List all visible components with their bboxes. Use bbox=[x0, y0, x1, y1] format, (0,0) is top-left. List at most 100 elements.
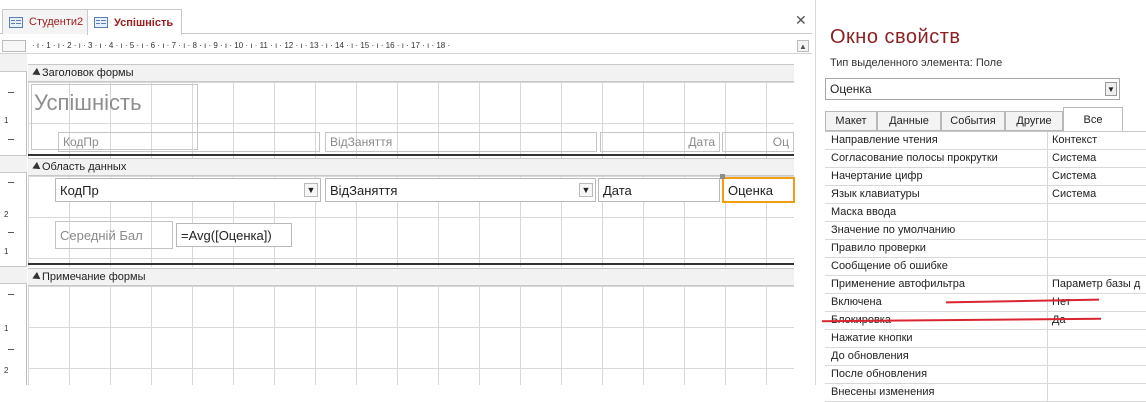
property-value[interactable]: Контекст bbox=[1048, 132, 1146, 149]
property-value[interactable] bbox=[1048, 348, 1146, 365]
property-name: Внесены изменения bbox=[825, 384, 1048, 401]
tab-maket[interactable]: Макет bbox=[825, 111, 877, 131]
label-otsinka[interactable]: Оц bbox=[722, 132, 794, 152]
tab-uspishnist[interactable]: Успішність bbox=[87, 9, 183, 35]
chevron-down-icon[interactable]: ▼ bbox=[579, 183, 593, 197]
property-row[interactable]: Сообщение об ошибке bbox=[825, 258, 1146, 276]
close-icon[interactable]: ✕ bbox=[795, 12, 807, 29]
ruler-scale: · ı · 1 · ı · 2 · ı · 3 · ı · 4 · ı · 5 … bbox=[32, 41, 451, 50]
label-average[interactable]: Середній Бал bbox=[55, 221, 173, 249]
property-name: Нажатие кнопки bbox=[825, 330, 1048, 347]
tab-label: Студенти2 bbox=[29, 16, 84, 28]
scroll-up-icon[interactable]: ▲ bbox=[797, 40, 809, 52]
property-row-enabled[interactable]: Включена Нет bbox=[825, 294, 1146, 312]
property-row[interactable]: До обновления bbox=[825, 348, 1146, 366]
combo-kodpr[interactable]: КодПр bbox=[55, 178, 321, 202]
section-selector[interactable] bbox=[0, 155, 27, 173]
tab-students2[interactable]: Студенти2 bbox=[2, 9, 93, 34]
ruler-tick bbox=[8, 139, 14, 140]
document-tab-bar: Студенти2 Успішність ✕ bbox=[0, 0, 812, 35]
tab-dannye[interactable]: Данные bbox=[877, 111, 941, 131]
property-row[interactable]: Правило проверки bbox=[825, 240, 1146, 258]
form-title[interactable]: Успішність bbox=[34, 90, 142, 116]
property-row[interactable]: Маска ввода bbox=[825, 204, 1146, 222]
property-name: Сообщение об ошибке bbox=[825, 258, 1048, 275]
property-row[interactable]: После обновления bbox=[825, 366, 1146, 384]
tab-label: Успішність bbox=[114, 16, 174, 29]
property-row[interactable]: Согласование полосы прокрутки Система bbox=[825, 150, 1146, 168]
field-otsinka-selected[interactable]: Оценка bbox=[722, 177, 795, 203]
combo-vidzanyattya[interactable]: ВідЗаняття bbox=[325, 178, 596, 202]
property-name: Значение по умолчанию bbox=[825, 222, 1048, 239]
selection-type: Тип выделенного элемента: Поле bbox=[830, 57, 1003, 69]
property-name: Язык клавиатуры bbox=[825, 186, 1048, 203]
property-name: Применение автофильтра bbox=[825, 276, 1048, 293]
form-icon bbox=[9, 16, 23, 28]
ruler-mark: 1 bbox=[4, 116, 9, 125]
property-name: Начертание цифр bbox=[825, 168, 1048, 185]
form-selector[interactable] bbox=[2, 40, 26, 52]
ruler-tick bbox=[8, 349, 14, 350]
property-name: После обновления bbox=[825, 366, 1048, 383]
property-value[interactable]: Система bbox=[1048, 168, 1146, 185]
control-selector[interactable]: Оценка bbox=[825, 78, 1120, 100]
property-value[interactable]: Система bbox=[1048, 150, 1146, 167]
ruler-tick bbox=[8, 182, 14, 183]
move-handle[interactable] bbox=[720, 174, 725, 179]
section-selector[interactable] bbox=[0, 266, 27, 284]
horizontal-ruler: · ı · 1 · ı · 2 · ı · 3 · ı · 4 · ı · 5 … bbox=[0, 38, 812, 54]
label-kodpr[interactable]: КодПр bbox=[58, 132, 320, 152]
combo-value: КодПр bbox=[60, 182, 99, 198]
property-sheet-title: Окно свойств bbox=[830, 26, 961, 48]
footer-grid bbox=[28, 286, 794, 385]
ruler-mark: 1 bbox=[4, 324, 9, 333]
property-row[interactable]: Внесены изменения bbox=[825, 384, 1146, 402]
label-data[interactable]: Дата bbox=[600, 132, 720, 152]
field-data[interactable]: Дата bbox=[598, 178, 720, 202]
tab-vse[interactable]: Все bbox=[1063, 107, 1123, 132]
property-value[interactable] bbox=[1048, 204, 1146, 221]
ruler-mark: 2 bbox=[4, 210, 9, 219]
section-detail-label: Область данных bbox=[42, 161, 127, 173]
section-detail-bar[interactable]: Область данных bbox=[28, 158, 794, 176]
chevron-down-icon[interactable]: ▼ bbox=[304, 183, 318, 197]
property-value[interactable] bbox=[1048, 330, 1146, 347]
property-value[interactable]: Нет bbox=[1048, 294, 1146, 311]
property-row[interactable]: Нажатие кнопки bbox=[825, 330, 1146, 348]
property-name: Правило проверки bbox=[825, 240, 1048, 257]
property-value[interactable]: Система bbox=[1048, 186, 1146, 203]
arrow-icon bbox=[30, 271, 41, 283]
section-footer-label: Примечание формы bbox=[42, 271, 146, 283]
section-header-bar[interactable]: Заголовок формы bbox=[28, 64, 794, 82]
tab-sobytiya[interactable]: События bbox=[941, 111, 1005, 131]
label-vidzanyattya[interactable]: ВідЗаняття bbox=[325, 132, 597, 152]
chevron-down-icon[interactable]: ▼ bbox=[1105, 82, 1117, 96]
property-table: Направление чтения Контекст Согласование … bbox=[825, 131, 1146, 402]
property-value[interactable] bbox=[1048, 240, 1146, 257]
arrow-icon bbox=[30, 67, 41, 79]
property-value[interactable] bbox=[1048, 366, 1146, 383]
property-name: Согласование полосы прокрутки bbox=[825, 150, 1048, 167]
property-value[interactable] bbox=[1048, 384, 1146, 401]
property-row[interactable]: Применение автофильтра Параметр базы д bbox=[825, 276, 1146, 294]
property-row[interactable]: Начертание цифр Система bbox=[825, 168, 1146, 186]
property-value[interactable] bbox=[1048, 258, 1146, 275]
section-selector[interactable] bbox=[0, 54, 27, 72]
property-row[interactable]: Значение по умолчанию bbox=[825, 222, 1146, 240]
tab-drugie[interactable]: Другие bbox=[1005, 111, 1063, 131]
field-average-expression[interactable]: =Avg([Оценка]) bbox=[176, 223, 292, 247]
property-tabs: Макет Данные События Другие Все bbox=[825, 107, 1146, 132]
vertical-ruler: 1 2 1 1 2 bbox=[0, 54, 27, 385]
property-value[interactable]: Параметр базы д bbox=[1048, 276, 1146, 293]
property-value[interactable]: Да bbox=[1048, 312, 1146, 329]
property-name: До обновления bbox=[825, 348, 1048, 365]
property-row[interactable]: Направление чтения Контекст bbox=[825, 132, 1146, 150]
ruler-tick bbox=[8, 294, 14, 295]
property-row[interactable]: Язык клавиатуры Система bbox=[825, 186, 1146, 204]
ruler-tick bbox=[8, 232, 14, 233]
section-footer-bar[interactable]: Примечание формы bbox=[28, 268, 794, 286]
ruler-mark: 2 bbox=[4, 366, 9, 375]
property-sheet: Окно свойств Тип выделенного элемента: П… bbox=[815, 0, 1146, 402]
arrow-icon bbox=[30, 161, 41, 173]
property-value[interactable] bbox=[1048, 222, 1146, 239]
